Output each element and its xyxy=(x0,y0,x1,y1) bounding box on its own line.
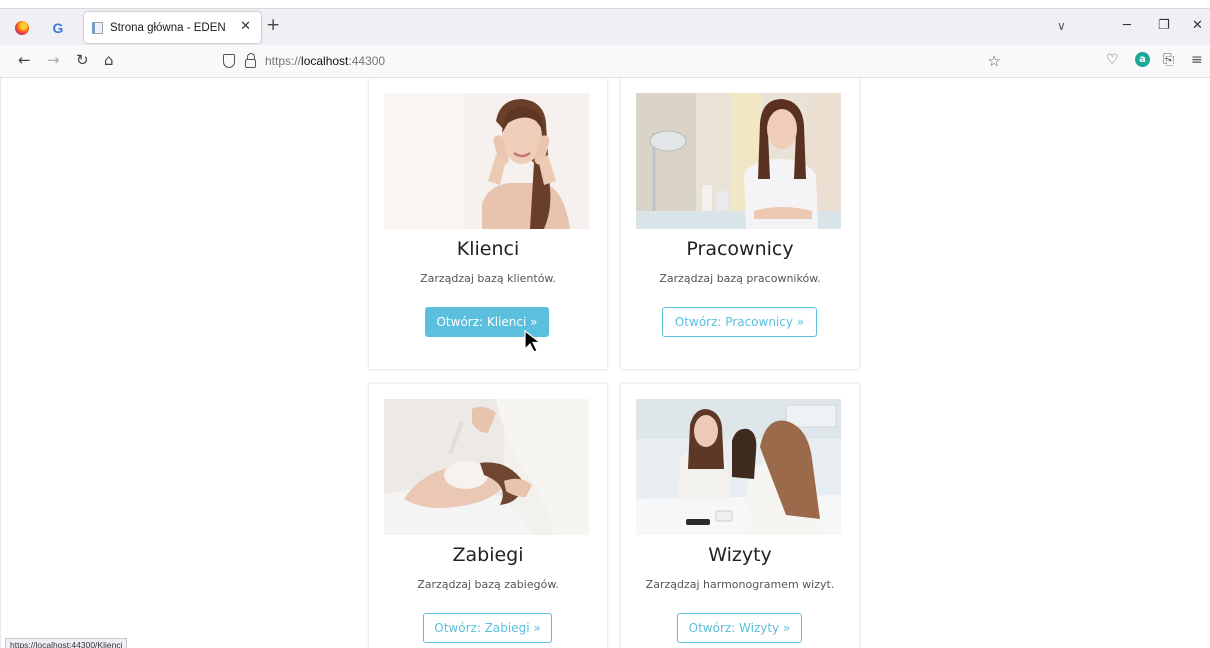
lock-icon[interactable] xyxy=(245,53,256,68)
open-zabiegi-button[interactable]: Otwórz: Zabiegi » xyxy=(423,613,552,643)
facial-treatment-photo xyxy=(384,399,589,535)
firefox-view-icon[interactable] xyxy=(6,9,38,46)
consultation-photo xyxy=(636,399,841,535)
address-bar[interactable]: https://localhost:44300 ☆ xyxy=(215,48,1011,75)
card-description: Zarządzaj bazą pracowników. xyxy=(659,272,821,285)
card-wizyty: Wizyty Zarządzaj harmonogramem wizyt. Ot… xyxy=(621,384,859,648)
card-title: Zabiegi xyxy=(452,544,524,566)
card-description: Zarządzaj bazą zabiegów. xyxy=(417,578,559,591)
status-link-preview: https://localhost:44300/Klienci xyxy=(5,638,128,648)
card-pracownicy: Pracownicy Zarządzaj bazą pracowników. O… xyxy=(621,78,859,369)
extension-avatar-icon[interactable]: a xyxy=(1135,52,1150,67)
chevron-down-icon[interactable]: ∨ xyxy=(1057,19,1066,33)
card-title: Pracownicy xyxy=(686,238,794,260)
woman-face-care-photo xyxy=(384,93,589,229)
browser-tab-bar: G Strona główna - EDEN ✕ + ∨ ─ ❐ ✕ xyxy=(0,8,1210,45)
tab-title: Strona główna - EDEN xyxy=(110,21,226,34)
open-wizyty-button[interactable]: Otwórz: Wizyty » xyxy=(677,613,802,643)
close-tab-icon[interactable]: ✕ xyxy=(240,19,251,34)
salon-worker-photo xyxy=(636,93,841,229)
back-arrow-icon[interactable]: ← xyxy=(18,52,31,68)
navigation-toolbar: ← → ↻ ⌂ https://localhost:44300 ☆ ♡ a ⎘ … xyxy=(0,45,1210,78)
tab-strona-glowna[interactable]: Strona główna - EDEN ✕ xyxy=(84,12,261,43)
card-title: Wizyty xyxy=(708,544,772,566)
card-klienci: Klienci Zarządzaj bazą klientów. Otwórz:… xyxy=(369,78,607,369)
page-content: Klienci Zarządzaj bazą klientów. Otwórz:… xyxy=(0,78,1210,648)
tracking-shield-icon[interactable] xyxy=(223,54,235,68)
home-icon[interactable]: ⌂ xyxy=(104,52,114,68)
pocket-icon[interactable]: ♡ xyxy=(1106,52,1119,68)
minimize-icon[interactable]: ─ xyxy=(1123,18,1131,33)
new-tab-plus-icon[interactable]: + xyxy=(266,17,280,34)
card-zabiegi: Zabiegi Zarządzaj bazą zabiegów. Otwórz:… xyxy=(369,384,607,648)
extensions-icon[interactable]: ⎘ xyxy=(1163,52,1174,68)
google-pinned-tab-icon[interactable]: G xyxy=(42,9,74,46)
window-close-icon[interactable]: ✕ xyxy=(1192,18,1203,33)
reload-icon[interactable]: ↻ xyxy=(76,52,89,68)
bookmark-star-icon[interactable]: ☆ xyxy=(988,52,1001,70)
open-pracownicy-button[interactable]: Otwórz: Pracownicy » xyxy=(662,307,817,337)
card-title: Klienci xyxy=(456,238,520,260)
card-description: Zarządzaj harmonogramem wizyt. xyxy=(645,578,835,591)
card-description: Zarządzaj bazą klientów. xyxy=(420,272,556,285)
restore-icon[interactable]: ❐ xyxy=(1158,18,1170,33)
page-favicon-icon xyxy=(92,21,103,34)
mouse-cursor-icon xyxy=(524,329,542,353)
hamburger-menu-icon[interactable]: ≡ xyxy=(1191,52,1203,68)
url-text[interactable]: https://localhost:44300 xyxy=(265,54,385,68)
forward-arrow-icon[interactable]: → xyxy=(47,52,60,68)
